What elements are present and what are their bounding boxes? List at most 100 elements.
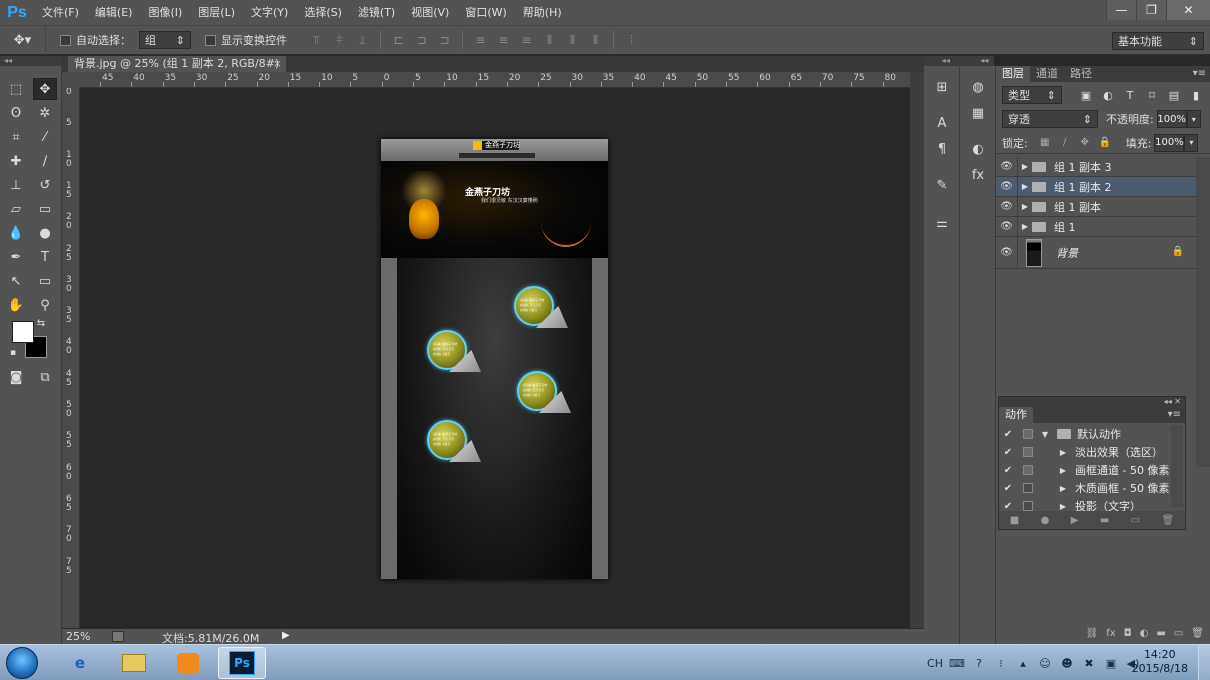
adjustments-panel-icon[interactable]: ◐ bbox=[966, 138, 990, 160]
align-left-icon[interactable]: ⊏ bbox=[387, 25, 410, 55]
menu-help[interactable]: 帮助(H) bbox=[515, 0, 570, 25]
zoom-level[interactable]: 25% bbox=[66, 630, 90, 643]
panel-menu-icon[interactable]: ▾≡ bbox=[1193, 66, 1206, 82]
horizontal-ruler[interactable]: 45 40 35 30 25 20 15 10 5 0 5 10 15 20 25 30 35 40 45 50 55 6… bbox=[80, 72, 910, 88]
swatches-panel-icon[interactable]: ▦ bbox=[966, 102, 990, 124]
auto-align-icon[interactable]: ⦙ bbox=[620, 25, 643, 55]
lasso-tool-icon[interactable]: ʘ bbox=[4, 102, 28, 124]
visibility-eye-icon[interactable]: 👁 bbox=[996, 196, 1018, 217]
menu-edit[interactable]: 编辑(E) bbox=[87, 0, 141, 25]
align-top-icon[interactable]: ⫪ bbox=[305, 25, 328, 55]
magic-wand-tool-icon[interactable]: ✲ bbox=[33, 102, 57, 124]
layer-row[interactable]: 👁 ▶ 组 1 副本 3 bbox=[996, 156, 1196, 177]
auto-select-dropdown[interactable]: 组 ⇕ bbox=[139, 31, 191, 49]
tool-presets-icon[interactable]: ⚌ bbox=[930, 212, 954, 234]
align-hcenter-icon[interactable]: ⊐ bbox=[410, 25, 433, 55]
default-colors-icon[interactable]: ▪ bbox=[6, 346, 20, 360]
stop-icon[interactable]: ■ bbox=[1010, 515, 1019, 526]
fill-slider-arrow-icon[interactable]: ▾ bbox=[1184, 133, 1199, 152]
lock-transparent-icon[interactable]: ▦ bbox=[1036, 134, 1054, 152]
fill-input[interactable]: 100% bbox=[1154, 133, 1185, 152]
show-transform-checkbox[interactable] bbox=[205, 34, 216, 46]
tab-layers[interactable]: 图层 bbox=[996, 66, 1030, 82]
styles-panel-icon[interactable]: fx bbox=[966, 164, 990, 186]
menu-file[interactable]: 文件(F) bbox=[34, 0, 87, 25]
workspace-dropdown[interactable]: 基本功能 ⇕ bbox=[1112, 32, 1204, 50]
new-set-icon[interactable]: ▬ bbox=[1100, 515, 1109, 526]
expand-triangle-icon[interactable]: ▶ bbox=[1018, 182, 1032, 191]
distribute-hcenter-icon[interactable]: ⦀ bbox=[561, 25, 584, 55]
filter-type-dropdown[interactable]: 类型 ⇕ bbox=[1002, 86, 1062, 104]
quick-mask-icon[interactable]: ◙ bbox=[4, 366, 28, 388]
expand-triangle-icon[interactable]: ▶ bbox=[1057, 448, 1069, 457]
layer-row[interactable]: 👁 ▶ 组 1 bbox=[996, 216, 1196, 237]
document-tab[interactable]: 背景.jpg @ 25% (组 1 副本 2, RGB/8#) * × bbox=[68, 56, 286, 86]
crop-tool-icon[interactable]: ⌗ bbox=[4, 126, 28, 148]
distribute-top-icon[interactable]: ≡ bbox=[469, 25, 492, 55]
align-vcenter-icon[interactable]: ⫩ bbox=[328, 25, 351, 55]
visibility-eye-icon[interactable]: 👁 bbox=[996, 156, 1018, 177]
foreground-color-swatch[interactable] bbox=[12, 321, 34, 343]
align-right-icon[interactable]: ⊐ bbox=[433, 25, 456, 55]
blend-mode-dropdown[interactable]: 穿透 ⇕ bbox=[1002, 110, 1098, 128]
restore-button[interactable]: ❐ bbox=[1136, 0, 1166, 20]
delete-layer-icon[interactable]: 🗑 bbox=[1191, 628, 1204, 644]
layer-row[interactable]: 👁 ▶ 组 1 副本 2 bbox=[996, 176, 1196, 197]
blur-tool-icon[interactable]: 💧 bbox=[4, 222, 28, 244]
tools-panel-header[interactable]: ◂◂ bbox=[0, 56, 62, 66]
hand-tool-icon[interactable]: ✋ bbox=[4, 294, 28, 316]
system-clock[interactable]: 14:20 2015/8/18 bbox=[1132, 648, 1188, 676]
actions-panel-header[interactable]: ◂◂ ✕ bbox=[999, 397, 1185, 407]
layer-row[interactable]: 👁 ▶ 组 1 副本 bbox=[996, 196, 1196, 217]
brush-tool-icon[interactable]: ∕ bbox=[33, 150, 57, 172]
lock-position-icon[interactable]: ✥ bbox=[1076, 134, 1094, 152]
action-check-icon[interactable]: ✔ bbox=[999, 447, 1017, 458]
close-button[interactable]: ✕ bbox=[1166, 0, 1210, 20]
keyboard-icon[interactable]: ⌨ bbox=[948, 654, 966, 672]
expand-triangle-icon[interactable]: ▶ bbox=[1057, 466, 1069, 475]
status-info-icon[interactable] bbox=[112, 631, 124, 642]
clone-stamp-tool-icon[interactable]: ⊥ bbox=[4, 174, 28, 196]
actions-scrollbar[interactable] bbox=[1171, 425, 1183, 507]
opacity-input[interactable]: 100% bbox=[1156, 110, 1187, 128]
rectangle-tool-icon[interactable]: ▭ bbox=[33, 270, 57, 292]
gradient-tool-icon[interactable]: ▭ bbox=[33, 198, 57, 220]
layer-row-background[interactable]: 👁 背景 🔒 bbox=[996, 236, 1196, 269]
menu-window[interactable]: 窗口(W) bbox=[457, 0, 514, 25]
dock-header[interactable]: ◂◂ ◂◂ bbox=[924, 56, 994, 66]
photoshop-taskbar-icon[interactable]: Ps bbox=[218, 647, 266, 679]
tab-channels[interactable]: 通道 bbox=[1030, 66, 1064, 82]
swap-colors-icon[interactable]: ⇆ bbox=[34, 316, 48, 330]
character-panel-icon[interactable]: A bbox=[930, 112, 954, 134]
align-bottom-icon[interactable]: ⫫ bbox=[351, 25, 374, 55]
document-canvas[interactable]: 金燕子刀坊 金燕子刀坊 我们很灵敏 东汉汉廉懂刷 [店铺] 金燕子刀坊 [标题]… bbox=[381, 139, 608, 579]
distribute-vcenter-icon[interactable]: ≡ bbox=[492, 25, 515, 55]
expand-triangle-icon[interactable]: ▶ bbox=[1018, 202, 1032, 211]
expand-triangle-icon[interactable]: ▶ bbox=[1057, 502, 1069, 511]
menu-layer[interactable]: 图层(L) bbox=[190, 0, 243, 25]
settings-icon[interactable]: ⁝ bbox=[992, 654, 1010, 672]
visibility-eye-icon[interactable]: 👁 bbox=[996, 236, 1018, 269]
auto-select-checkbox[interactable] bbox=[60, 34, 71, 46]
new-layer-icon[interactable]: ▭ bbox=[1174, 628, 1183, 644]
minimize-button[interactable]: — bbox=[1106, 0, 1136, 20]
expand-triangle-icon[interactable]: ▶ bbox=[1018, 162, 1032, 171]
dialog-toggle-icon[interactable] bbox=[1023, 483, 1033, 493]
pixel-filter-icon[interactable]: ▣ bbox=[1076, 86, 1096, 104]
lock-pixels-icon[interactable]: ∕ bbox=[1056, 134, 1074, 152]
type-filter-icon[interactable]: T bbox=[1120, 86, 1140, 104]
ie-taskbar-icon[interactable]: e bbox=[56, 647, 104, 679]
action-set-row[interactable]: ✔ ▼ 默认动作 bbox=[999, 425, 1171, 443]
action-row[interactable]: ✔ ▶ 木质画框 - 50 像素 bbox=[999, 479, 1171, 497]
visibility-eye-icon[interactable]: 👁 bbox=[996, 176, 1018, 197]
pen-tool-icon[interactable]: ✒ bbox=[4, 246, 28, 268]
zoom-tool-icon[interactable]: ⚲ bbox=[33, 294, 57, 316]
action-row[interactable]: ✔ ▶ 画框通道 - 50 像素 bbox=[999, 461, 1171, 479]
shape-filter-icon[interactable]: ⌑ bbox=[1142, 86, 1162, 104]
tray-expand-icon[interactable]: ▴ bbox=[1014, 654, 1032, 672]
qq-icon[interactable]: ☻ bbox=[1058, 654, 1076, 672]
adjustment-layer-icon[interactable]: ◐ bbox=[1140, 628, 1149, 644]
ruler-origin[interactable] bbox=[62, 72, 80, 88]
dialog-toggle-icon[interactable] bbox=[1023, 501, 1033, 511]
filter-toggle-icon[interactable]: ▮ bbox=[1186, 86, 1206, 104]
